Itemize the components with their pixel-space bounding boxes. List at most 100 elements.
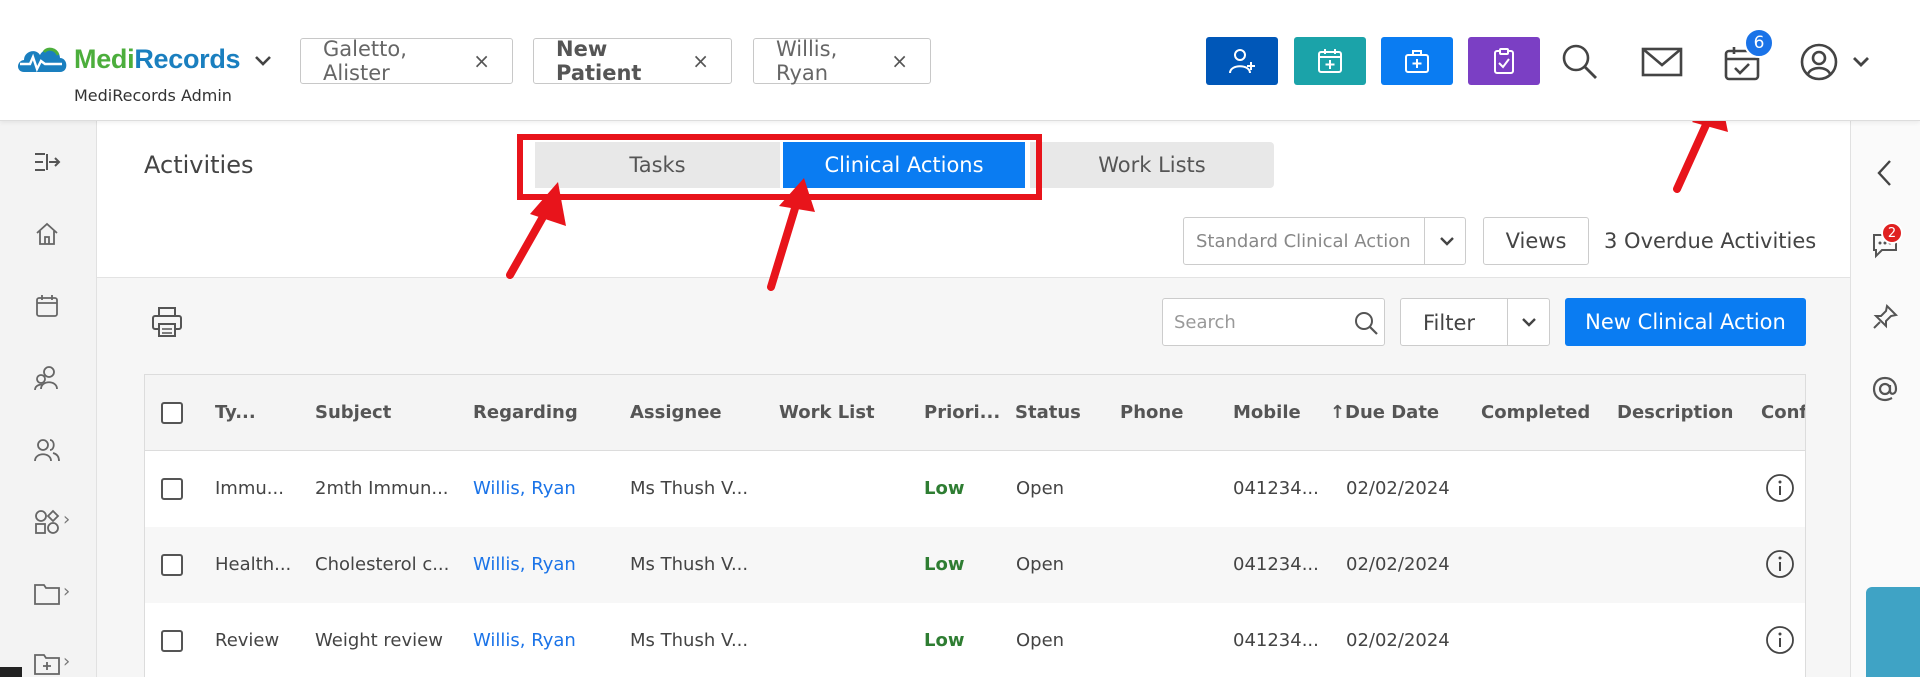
messages-button[interactable]: [1640, 40, 1684, 84]
expand-menu-icon: [35, 153, 61, 171]
cell-status: Open: [1016, 478, 1065, 499]
filter-divider: [1507, 299, 1508, 345]
new-appointment-button[interactable]: [1294, 37, 1366, 85]
cell-regarding-link[interactable]: Willis, Ryan: [473, 630, 576, 651]
scrollbar-thumb[interactable]: [0, 667, 22, 677]
tab-tasks[interactable]: Tasks: [535, 142, 780, 188]
column-header-mobile[interactable]: Mobile: [1233, 402, 1301, 423]
search-icon: [1562, 44, 1597, 79]
side-panel-tab[interactable]: [1866, 587, 1920, 677]
new-encounter-button[interactable]: [1381, 37, 1453, 85]
search-icon: [1355, 312, 1378, 335]
chevron-down-icon[interactable]: [1434, 228, 1460, 254]
new-task-button[interactable]: [1468, 37, 1540, 85]
chevron-down-icon[interactable]: [253, 54, 273, 68]
overdue-count: 3 Overdue Activities: [1604, 229, 1817, 253]
column-header-assignee[interactable]: Assignee: [630, 402, 722, 423]
page-title: Activities: [144, 151, 254, 179]
cell-subject: Cholesterol c...: [315, 554, 450, 575]
logo-text-records: Records: [134, 43, 241, 74]
calendar-icon: [36, 295, 58, 317]
column-header-priority[interactable]: Priori...: [924, 402, 1000, 423]
chevron-down-icon[interactable]: [1516, 309, 1542, 335]
mentions-button[interactable]: [1867, 371, 1903, 407]
column-header-due-date[interactable]: Due Date: [1345, 402, 1439, 423]
medirecords-logo[interactable]: MediRecords: [14, 42, 241, 76]
views-button[interactable]: Views: [1483, 217, 1589, 265]
cell-status: Open: [1016, 630, 1065, 651]
row-checkbox[interactable]: [161, 478, 183, 500]
sort-ascending-icon[interactable]: ↑: [1330, 402, 1345, 423]
cell-type: Immu...: [215, 478, 284, 499]
add-patient-button[interactable]: [1206, 37, 1278, 85]
collapse-panel-button[interactable]: [1867, 155, 1903, 191]
tab-clinical-actions[interactable]: Clinical Actions: [783, 142, 1025, 188]
printer-icon: [152, 307, 182, 337]
column-header-description[interactable]: Description: [1617, 402, 1733, 423]
user-menu[interactable]: [1797, 40, 1841, 84]
add-person-icon: [1229, 49, 1255, 74]
cell-due-date: 02/02/2024: [1346, 554, 1450, 575]
close-icon[interactable]: ×: [891, 49, 908, 73]
column-header-type[interactable]: Ty...: [215, 402, 256, 423]
sidebar-item-contacts[interactable]: [30, 433, 64, 467]
close-icon[interactable]: ×: [473, 49, 490, 73]
logo-text: MediRecords: [74, 43, 241, 75]
column-header-regarding[interactable]: Regarding: [473, 402, 578, 423]
sidebar-item-documents[interactable]: [30, 577, 64, 611]
chevron-left-icon: [1877, 160, 1891, 186]
sidebar-item-modules[interactable]: [30, 505, 64, 539]
at-sign-icon: [1872, 376, 1898, 402]
chevron-right-icon: ›: [63, 581, 71, 602]
column-header-subject[interactable]: Subject: [315, 402, 391, 423]
column-header-phone[interactable]: Phone: [1120, 402, 1183, 423]
print-button[interactable]: [150, 305, 184, 343]
column-header-work-list[interactable]: Work List: [779, 402, 875, 423]
chevron-right-icon: ›: [63, 651, 71, 672]
table-row[interactable]: Health... Cholesterol c... Willis, Ryan …: [145, 527, 1805, 603]
sidebar-item-calendar[interactable]: [30, 289, 64, 323]
cell-subject: 2mth Immun...: [315, 478, 449, 499]
cell-mobile: 041234...: [1233, 630, 1319, 651]
info-icon[interactable]: [1765, 473, 1795, 503]
cell-regarding-link[interactable]: Willis, Ryan: [473, 478, 576, 499]
filter-dropdown[interactable]: Filter: [1400, 298, 1550, 346]
row-checkbox[interactable]: [161, 630, 183, 652]
modules-icon: [35, 509, 60, 534]
select-divider: [1424, 218, 1425, 264]
patient-tab-galetto[interactable]: Galetto, Alister ×: [300, 37, 513, 85]
patient-tab-new-patient[interactable]: New Patient ×: [533, 37, 732, 85]
pin-button[interactable]: [1867, 299, 1903, 335]
action-type-select[interactable]: Standard Clinical Action: [1183, 217, 1466, 265]
close-icon[interactable]: ×: [692, 49, 709, 73]
sidebar-item-home[interactable]: [30, 217, 64, 251]
chevron-down-icon[interactable]: [1852, 56, 1870, 68]
expand-sidebar-button[interactable]: [30, 145, 64, 179]
cell-regarding-link[interactable]: Willis, Ryan: [473, 554, 576, 575]
new-clinical-action-button[interactable]: New Clinical Action: [1565, 298, 1806, 346]
cell-type: Health...: [215, 554, 292, 575]
info-icon[interactable]: [1765, 549, 1795, 579]
pin-icon: [1873, 303, 1899, 329]
mail-icon: [1641, 47, 1683, 77]
row-checkbox[interactable]: [161, 554, 183, 576]
cell-assignee: Ms Thush V...: [630, 554, 749, 575]
info-icon[interactable]: [1765, 625, 1795, 655]
tab-work-lists[interactable]: Work Lists: [1030, 142, 1274, 188]
search-input[interactable]: Search: [1174, 312, 1236, 333]
search-field[interactable]: Search: [1162, 298, 1385, 346]
select-all-checkbox[interactable]: [161, 402, 183, 424]
table-row[interactable]: Immu... 2mth Immun... Willis, Ryan Ms Th…: [145, 451, 1805, 527]
cell-priority: Low: [924, 630, 965, 651]
sidebar-item-patients[interactable]: [30, 361, 64, 395]
activities-count-badge: 6: [1744, 28, 1774, 58]
home-icon: [36, 222, 58, 245]
patient-tab-willis[interactable]: Willis, Ryan ×: [753, 37, 931, 85]
patient-tab-label: Galetto, Alister: [323, 37, 407, 85]
table-row[interactable]: Review Weight review Willis, Ryan Ms Thu…: [145, 603, 1805, 677]
column-header-status[interactable]: Status: [1015, 402, 1081, 423]
sidebar-item-reports[interactable]: [30, 647, 64, 677]
search-button[interactable]: [1558, 40, 1602, 84]
column-header-completed[interactable]: Completed: [1481, 402, 1590, 423]
column-header-confidential[interactable]: Conf: [1761, 402, 1805, 423]
